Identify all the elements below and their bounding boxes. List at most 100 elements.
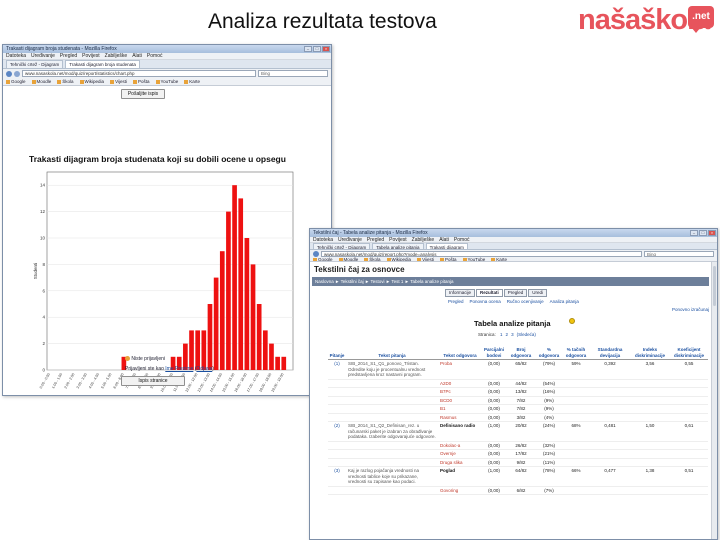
question-id[interactable]	[328, 413, 346, 422]
subnav-link[interactable]: Ručno ocenjivanje	[507, 299, 544, 304]
bookmark-item[interactable]: Karte	[491, 257, 507, 261]
footer-logout-link[interactable]: Odjava	[196, 366, 212, 372]
question-id[interactable]: (3)	[328, 466, 346, 487]
bookmark-item[interactable]: Škola	[57, 78, 74, 85]
quiz-tab[interactable]: Uredi	[528, 289, 548, 297]
bookmark-item[interactable]: Google	[313, 257, 333, 261]
question-id[interactable]	[328, 458, 346, 467]
browser-tab[interactable]: Tehnički crtež - Dijagram	[6, 60, 64, 68]
subnav-link[interactable]: Pregled	[448, 299, 464, 304]
bookmark-item[interactable]: Pošta	[440, 257, 457, 261]
question-id[interactable]	[328, 441, 346, 450]
vertical-scrollbar[interactable]	[711, 262, 717, 539]
browser-tab[interactable]: Tabela analize pitanja	[372, 243, 424, 249]
browser-tab[interactable]: Trakasti dijagram broja studenata	[65, 60, 140, 68]
search-field[interactable]: Bing	[644, 250, 714, 257]
column-header[interactable]: % tačnih odgovora	[562, 346, 590, 360]
footer-login-user-link[interactable]: Ime Prezime	[165, 366, 193, 372]
bookmark-label: Karte	[189, 79, 200, 84]
question-id[interactable]	[328, 379, 346, 388]
url-field[interactable]: www.nasaskola.net/mod/quiz/report/statis…	[22, 70, 256, 77]
menu-item[interactable]: Zabilješke	[412, 237, 435, 243]
close-button[interactable]: ×	[708, 230, 716, 236]
back-button[interactable]	[6, 70, 12, 77]
menu-item[interactable]: Pomoć	[147, 53, 163, 59]
menu-item[interactable]: Uređivanje	[31, 53, 55, 59]
pager-link[interactable]: 2	[506, 332, 509, 337]
bookmark-item[interactable]: Google	[6, 78, 26, 85]
column-header[interactable]: Indeks diskriminacije	[630, 346, 670, 360]
question-id[interactable]: (2)	[328, 421, 346, 442]
menu-item[interactable]: Datoteka	[313, 237, 333, 243]
column-header[interactable]: Parcijalni bodovi	[482, 346, 506, 360]
menu-item[interactable]: Pregled	[60, 53, 77, 59]
bookmark-item[interactable]: Karte	[184, 78, 200, 85]
maximize-button[interactable]: □	[699, 230, 707, 236]
column-header[interactable]: Koeficijent diskriminacije	[670, 346, 708, 360]
help-icon[interactable]	[569, 318, 575, 324]
url-field[interactable]: www.nasaskola.net/mod/quiz/report.php?mo…	[321, 250, 642, 257]
back-button[interactable]	[313, 250, 319, 257]
subnav-link[interactable]: Ponovna ocena	[470, 299, 501, 304]
pager-link[interactable]: 3	[511, 332, 514, 337]
minimize-button[interactable]: –	[304, 46, 312, 52]
menu-item[interactable]: Povijest	[389, 237, 407, 243]
menu-item[interactable]: Alati	[439, 237, 449, 243]
bookmark-item[interactable]: Pošta	[133, 78, 150, 85]
bookmark-item[interactable]: Moodle	[31, 78, 51, 85]
browser-tab[interactable]: Tehnički crtež - Dijagram	[313, 243, 371, 249]
column-header[interactable]: % odgovora	[536, 346, 562, 360]
bookmark-item[interactable]: Moodle	[338, 257, 358, 261]
bookmark-item[interactable]: Wikipedia	[79, 78, 104, 85]
column-header[interactable]: Standardna devijacija	[590, 346, 630, 360]
menu-item[interactable]: Alati	[132, 53, 142, 59]
recalculate-link[interactable]: Ponovno izračunaj	[672, 307, 709, 312]
discrimination-coefficient	[670, 449, 708, 459]
breadcrumb[interactable]: Naslovna ► Tekstilni čaj ► Testovi ► Tes…	[312, 277, 709, 286]
question-id[interactable]: (1)	[328, 359, 346, 380]
bookmark-item[interactable]: Vijesti	[417, 257, 434, 261]
minimize-button[interactable]: –	[690, 230, 698, 236]
scrollbar-thumb[interactable]	[713, 266, 716, 306]
column-header[interactable]: Tekst pitanja	[346, 346, 438, 360]
bar-chart: 0 2 4 6 8 10 12 14 0.00 - 0.50 1.00 - 1.50 2.00 - …	[33, 171, 294, 393]
question-id[interactable]	[328, 449, 346, 459]
subnav-link[interactable]: Analiza pitanja	[550, 299, 579, 304]
question-id[interactable]	[328, 387, 346, 397]
forward-button[interactable]	[14, 70, 20, 77]
bookmark-item[interactable]: YouTube	[462, 257, 485, 261]
close-button[interactable]: ×	[322, 46, 330, 52]
y-tick-label: 10	[40, 236, 46, 241]
menu-item[interactable]: Pregled	[367, 237, 384, 243]
pager-link[interactable]: (Sledeća)	[517, 332, 536, 337]
menu-item[interactable]: Uređivanje	[338, 237, 362, 243]
menu-item[interactable]: Pomoć	[454, 237, 470, 243]
search-field[interactable]: Bing	[258, 70, 328, 77]
bookmark-item[interactable]: Wikipedia	[386, 257, 411, 261]
quiz-tab[interactable]: Rezultati	[476, 289, 503, 297]
answer-text: Govoring	[438, 486, 482, 495]
question-text	[346, 413, 438, 422]
column-header[interactable]: Pitanje	[328, 346, 346, 360]
browser-tab[interactable]: Trakasti dijagram	[425, 243, 468, 249]
question-id[interactable]	[328, 404, 346, 414]
quiz-tab[interactable]: Pregled	[503, 289, 528, 297]
address-bar-row: www.nasaskola.net/mod/quiz/report/statis…	[3, 69, 331, 78]
print-button[interactable]: Pošaljite ispis	[121, 89, 165, 99]
bookmark-item[interactable]: Škola	[364, 257, 381, 261]
menu-item[interactable]: Datoteka	[6, 53, 26, 59]
pager-link[interactable]: 1	[500, 332, 503, 337]
question-id[interactable]	[328, 486, 346, 495]
bar	[226, 211, 231, 370]
question-id[interactable]	[328, 396, 346, 405]
bookmark-item[interactable]: YouTube	[155, 78, 178, 85]
menu-item[interactable]: Zabilješke	[105, 53, 128, 59]
maximize-button[interactable]: □	[313, 46, 321, 52]
quiz-tab[interactable]: Informacije	[445, 289, 476, 297]
column-header[interactable]: Broj odgovora	[506, 346, 536, 360]
discrimination-index	[630, 396, 670, 405]
menu-item[interactable]: Povijest	[82, 53, 100, 59]
column-header[interactable]: Tekst odgovora	[438, 346, 482, 360]
bookmark-item[interactable]: Vijesti	[110, 78, 127, 85]
footer-button[interactable]: Ispis stranice	[121, 376, 185, 386]
